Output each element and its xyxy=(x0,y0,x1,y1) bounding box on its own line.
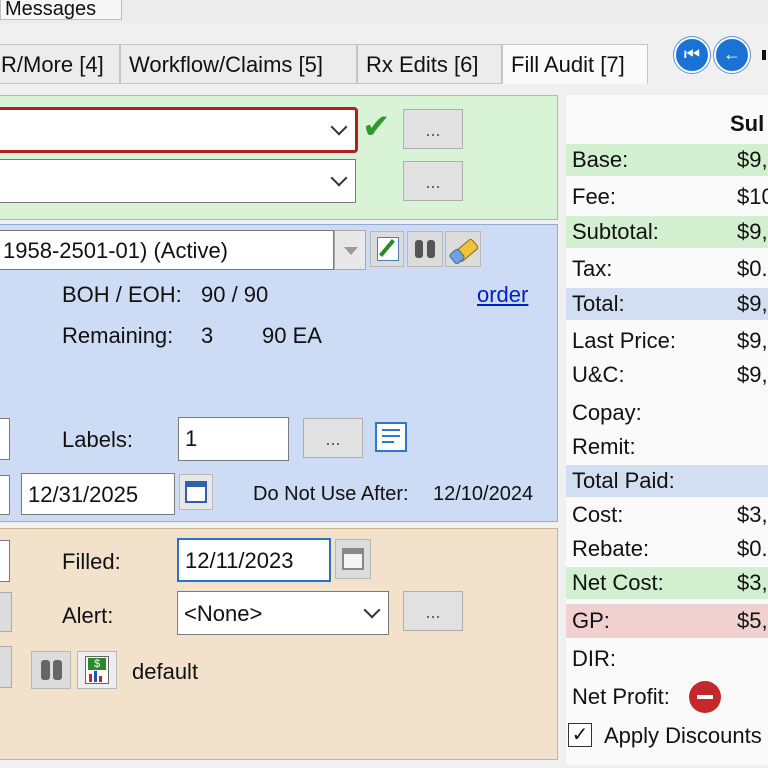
alert-more-button[interactable]: ... xyxy=(403,591,463,631)
left-partial-select-2[interactable] xyxy=(0,540,10,582)
summary-value: $9, xyxy=(737,328,768,353)
do-not-use-label: Do Not Use After: xyxy=(253,483,409,505)
summary-row-uc: U&C: $9, xyxy=(566,359,768,391)
summary-value: $10 xyxy=(737,184,768,209)
summary-row-total-paid: Total Paid: xyxy=(566,465,768,497)
ndc-value: 1958-2501-01) (Active) xyxy=(3,238,229,263)
summary-value: $9, xyxy=(737,291,768,316)
summary-label: Copay: xyxy=(572,400,642,425)
left-partial-field[interactable] xyxy=(0,475,10,515)
labels-count-input[interactable]: 1 xyxy=(178,417,289,461)
summary-row-subtotal: Subtotal: $9, xyxy=(566,216,768,248)
summary-row-tax: Tax: $0. xyxy=(566,253,768,285)
summary-label: Rebate: xyxy=(572,536,650,561)
summary-row-last-price: Last Price: $9, xyxy=(566,325,768,357)
primary-more-button[interactable]: ... xyxy=(403,109,463,149)
summary-label: U&C: xyxy=(572,362,625,387)
summary-row-rebate: Rebate: $0. xyxy=(566,533,768,565)
summary-label: Total Paid: xyxy=(572,468,675,493)
left-partial-button[interactable] xyxy=(0,592,12,632)
summary-row-total: Total: $9, xyxy=(566,288,768,320)
left-partial-button-2[interactable] xyxy=(0,646,12,688)
first-record-icon[interactable]: ⏮ xyxy=(674,37,710,73)
summary-label: Last Price: xyxy=(572,328,676,353)
summary-value: $3, xyxy=(737,570,768,595)
summary-label: GP: xyxy=(572,608,610,633)
summary-header: Sul xyxy=(730,111,765,136)
summary-row-remit: Remit: xyxy=(566,431,768,463)
edit-note-icon[interactable] xyxy=(370,231,404,267)
primary-select[interactable] xyxy=(0,107,358,153)
remaining-quantity: 90 EA xyxy=(262,323,322,348)
summary-label: Net Profit: xyxy=(572,684,670,709)
alert-value: <None> xyxy=(184,601,263,626)
tab-messages[interactable]: Messages xyxy=(0,0,122,20)
summary-label: Total: xyxy=(572,291,625,316)
summary-value: $0. xyxy=(737,256,768,281)
order-link[interactable]: order xyxy=(477,282,528,308)
summary-label: Cost: xyxy=(572,502,624,527)
summary-value: $9, xyxy=(737,362,768,387)
summary-value: $3, xyxy=(737,502,768,527)
labels-more-button[interactable]: ... xyxy=(303,418,363,458)
overflow-indicator xyxy=(762,50,766,60)
summary-label: Remit: xyxy=(572,434,636,459)
summary-value: $9, xyxy=(737,219,768,244)
summary-value: $9, xyxy=(737,147,768,172)
stop-icon xyxy=(689,681,721,713)
alert-select[interactable]: <None> xyxy=(177,591,389,635)
summary-row-cost: Cost: $3, xyxy=(566,499,768,531)
valid-check-icon: ✔ xyxy=(362,108,391,146)
summary-label: DIR: xyxy=(572,646,616,671)
summary-row-gp: GP: $5, xyxy=(566,604,768,638)
expiry-date-input[interactable]: 12/31/2025 xyxy=(21,473,175,515)
summary-row-net-cost: Net Cost: $3, xyxy=(566,567,768,599)
summary-row-net-profit: Net Profit: xyxy=(566,681,768,713)
secondary-more-button[interactable]: ... xyxy=(403,161,463,201)
summary-label: Base: xyxy=(572,147,629,172)
summary-row-dir: DIR: xyxy=(566,643,768,675)
labels-label: Labels: xyxy=(62,427,133,452)
remaining-value: 3 xyxy=(201,323,214,348)
summary-row-copay: Copay: xyxy=(566,397,768,429)
tab-workflow-claims[interactable]: Workflow/Claims [5] xyxy=(120,44,357,84)
filled-date-input[interactable]: 12/11/2023 xyxy=(177,538,331,582)
boh-eoh-label: BOH / EOH: xyxy=(62,282,182,307)
secondary-select[interactable] xyxy=(0,159,356,203)
binoculars-icon[interactable] xyxy=(407,231,443,267)
summary-label: Net Cost: xyxy=(572,570,664,595)
price-report-icon[interactable]: $ xyxy=(77,651,117,689)
alert-label: Alert: xyxy=(62,603,114,628)
tab-fill-audit[interactable]: Fill Audit [7] xyxy=(502,44,648,84)
tab-more[interactable]: R/More [4] xyxy=(0,44,120,84)
summary-label: Subtotal: xyxy=(572,219,659,244)
eraser-icon[interactable] xyxy=(445,231,481,267)
remaining-label: Remaining: xyxy=(62,323,174,348)
ndc-dropdown-button[interactable] xyxy=(334,230,366,270)
label-preview-icon[interactable] xyxy=(375,422,407,452)
summary-row-base: Base: $9, xyxy=(566,144,768,176)
pricing-profile-label: default xyxy=(132,659,199,684)
dropdown-arrow-icon xyxy=(344,247,358,255)
ndc-select[interactable]: 1958-2501-01) (Active) xyxy=(0,230,334,270)
filled-label: Filled: xyxy=(62,549,121,574)
calendar-icon[interactable] xyxy=(179,474,213,510)
apply-discounts-checkbox[interactable]: ✓ xyxy=(568,723,592,747)
back-arrow-icon[interactable]: ← xyxy=(714,37,750,73)
apply-discounts-label: Apply Discounts xyxy=(604,723,762,748)
tab-rx-edits[interactable]: Rx Edits [6] xyxy=(357,44,502,84)
filled-calendar-icon[interactable] xyxy=(335,539,371,579)
summary-value: $5, xyxy=(737,608,768,633)
summary-label: Tax: xyxy=(572,256,613,281)
do-not-use-value: 12/10/2024 xyxy=(433,483,534,505)
summary-label: Fee: xyxy=(572,184,617,209)
left-partial-select[interactable] xyxy=(0,418,10,460)
summary-value: $0. xyxy=(737,536,768,561)
summary-row-fee: Fee: $10 xyxy=(566,181,768,213)
search-binoculars-icon[interactable] xyxy=(31,651,71,689)
boh-eoh-value: 90 / 90 xyxy=(201,282,269,307)
